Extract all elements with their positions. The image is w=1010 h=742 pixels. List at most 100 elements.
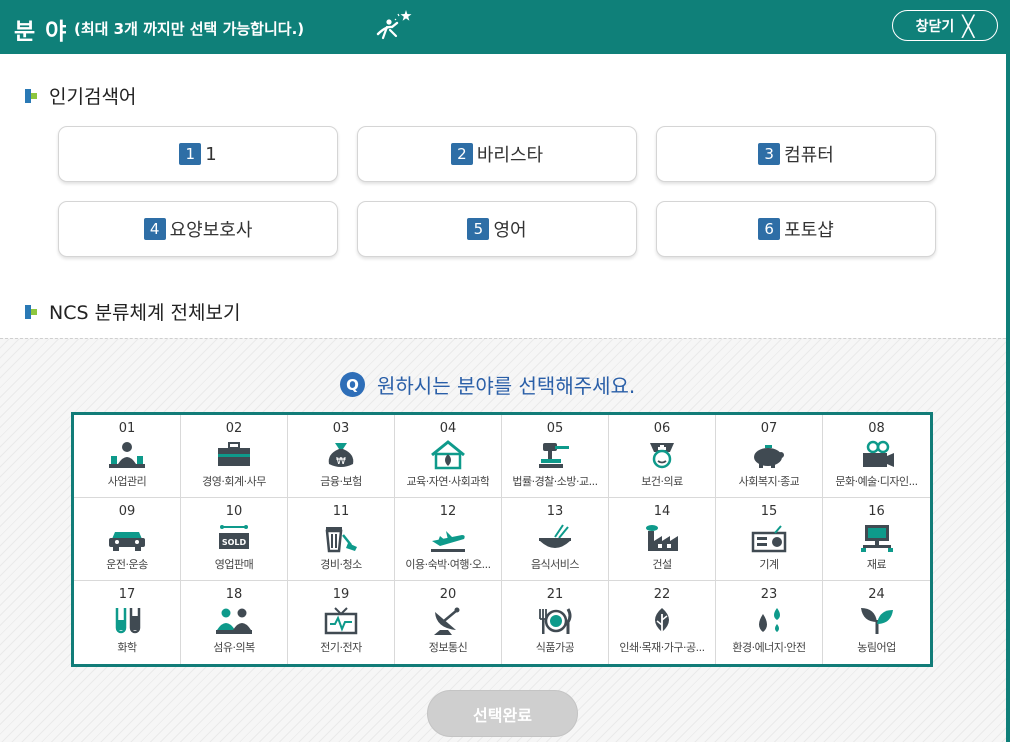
ncs-category-18[interactable]: 18 섬유·의복 bbox=[181, 581, 288, 664]
gavel-icon bbox=[539, 443, 569, 468]
close-icon: ╳ bbox=[962, 13, 975, 38]
ncs-category-09[interactable]: 09 운전·운송 bbox=[74, 498, 181, 581]
ncs-category-10[interactable]: 10 SOLD 영업판매 bbox=[181, 498, 288, 581]
ncs-category-15[interactable]: 15 기계 bbox=[716, 498, 823, 581]
keyword-button[interactable]: 5 영어 bbox=[357, 201, 637, 257]
category-label: 보건·의료 bbox=[641, 475, 683, 488]
keyword-button[interactable]: 3 컴퓨터 bbox=[656, 126, 936, 182]
computer-network-icon bbox=[860, 525, 893, 552]
category-number: 07 bbox=[760, 421, 778, 436]
popup-header: 분 야 (최대 3개 까지만 선택 가능합니다.) 창닫기 ╳ bbox=[0, 0, 1010, 54]
meeting-icon bbox=[109, 442, 145, 468]
category-label: 환경·에너지·안전 bbox=[732, 641, 806, 654]
ncs-section-title: NCS 분류체계 전체보기 bbox=[25, 298, 240, 325]
ncs-category-03[interactable]: 03 ₩ 금융·보험 bbox=[288, 415, 395, 498]
briefcase-icon bbox=[218, 442, 250, 466]
select-prompt-text: 원하시는 분야를 선택해주세요. bbox=[377, 374, 636, 398]
category-label: 이용·숙박·여행·오... bbox=[405, 558, 491, 571]
category-label: 음식서비스 bbox=[530, 558, 580, 571]
category-number: 23 bbox=[760, 587, 778, 602]
category-number: 03 bbox=[332, 421, 350, 436]
category-number: 13 bbox=[546, 504, 564, 519]
satellite-dish-icon bbox=[434, 607, 460, 635]
svg-text:SOLD: SOLD bbox=[222, 538, 247, 547]
category-number: 24 bbox=[868, 587, 885, 602]
keyword-rank-badge: 5 bbox=[467, 218, 490, 240]
category-label: 사회복지·종교 bbox=[738, 475, 800, 488]
category-label: 문화·예술·디자인... bbox=[835, 475, 918, 488]
ncs-category-16[interactable]: 16 재료 bbox=[823, 498, 930, 581]
category-number: 06 bbox=[653, 421, 671, 436]
factory-icon bbox=[646, 525, 678, 551]
keyword-button[interactable]: 6 포토샵 bbox=[656, 201, 936, 257]
keyword-label: 요양보호사 bbox=[169, 220, 253, 241]
piggy-bank-icon bbox=[754, 445, 784, 468]
category-label: 재료 bbox=[866, 558, 887, 571]
ncs-category-20[interactable]: 20 정보통신 bbox=[395, 581, 502, 664]
category-label: 사업관리 bbox=[107, 475, 147, 488]
film-camera-icon bbox=[862, 440, 894, 467]
ncs-category-11[interactable]: 11 경비·청소 bbox=[288, 498, 395, 581]
keyword-rank-badge: 2 bbox=[450, 143, 473, 165]
ncs-category-14[interactable]: 14 건설 bbox=[609, 498, 716, 581]
category-number: 11 bbox=[332, 504, 350, 519]
ncs-category-22[interactable]: 22 인쇄·목재·가구·공... bbox=[609, 581, 716, 664]
category-number: 18 bbox=[225, 587, 243, 602]
ncs-category-08[interactable]: 08 문화·예술·디자인... bbox=[823, 415, 930, 498]
keyword-label: 바리스타 bbox=[476, 145, 544, 166]
category-number: 22 bbox=[653, 587, 671, 602]
ncs-category-01[interactable]: 01 사업관리 bbox=[74, 415, 181, 498]
house-leaf-icon bbox=[431, 440, 465, 470]
category-number: 16 bbox=[868, 504, 885, 519]
ncs-category-19[interactable]: 19 전기·전자 bbox=[288, 581, 395, 664]
radio-machine-icon bbox=[751, 525, 787, 553]
category-number: 19 bbox=[332, 587, 350, 602]
submit-selection-button[interactable]: 선택완료 bbox=[427, 690, 578, 737]
category-number: 09 bbox=[118, 504, 136, 519]
nurse-icon bbox=[650, 443, 674, 469]
ncs-title-text: NCS 분류체계 전체보기 bbox=[49, 302, 241, 324]
close-button[interactable]: 창닫기 ╳ bbox=[892, 10, 998, 41]
category-label: 식품가공 bbox=[535, 641, 575, 654]
category-label: 법률·경찰·소방·교... bbox=[512, 475, 598, 488]
category-label: 영업판매 bbox=[214, 558, 254, 571]
section-bullet-icon bbox=[25, 304, 37, 319]
category-label: 경비·청소 bbox=[320, 558, 362, 571]
keyword-label: 영어 bbox=[493, 220, 527, 241]
sprout-icon bbox=[860, 608, 893, 634]
category-label: 경영·회계·사무 bbox=[202, 475, 266, 488]
ncs-category-02[interactable]: 02 경영·회계·사무 bbox=[181, 415, 288, 498]
category-label: 기계 bbox=[759, 558, 779, 571]
category-label: 금융·보험 bbox=[320, 475, 362, 488]
keyword-rank-badge: 3 bbox=[758, 143, 781, 165]
keyword-label: 포토샵 bbox=[784, 220, 834, 241]
category-label: 운전·운송 bbox=[106, 558, 148, 571]
ncs-category-07[interactable]: 07 사회복지·종교 bbox=[716, 415, 823, 498]
ncs-category-23[interactable]: 23 환경·에너지·안전 bbox=[716, 581, 823, 664]
popup-window: 분 야 (최대 3개 까지만 선택 가능합니다.) 창닫기 ╳ 인기검색어 11… bbox=[0, 0, 1010, 742]
ncs-category-21[interactable]: 21 식품가공 bbox=[502, 581, 609, 664]
category-number: 15 bbox=[760, 504, 778, 519]
keyword-button[interactable]: 2 바리스타 bbox=[357, 126, 637, 182]
ncs-category-17[interactable]: 17 화학 bbox=[74, 581, 181, 664]
category-number: 12 bbox=[439, 504, 457, 519]
popular-title-text: 인기검색어 bbox=[49, 86, 137, 108]
keyword-button[interactable]: 11 bbox=[58, 126, 338, 182]
ncs-category-24[interactable]: 24 농림어업 bbox=[823, 581, 930, 664]
ncs-category-04[interactable]: 04 교육·자연·사회과학 bbox=[395, 415, 502, 498]
category-label: 인쇄·목재·가구·공... bbox=[619, 641, 705, 654]
plate-fork-knife-icon bbox=[539, 608, 572, 634]
section-bullet-icon bbox=[25, 88, 37, 103]
category-number: 20 bbox=[439, 587, 457, 602]
category-label: 정보통신 bbox=[428, 641, 468, 654]
sold-sign-icon: SOLD bbox=[219, 525, 249, 549]
car-icon bbox=[109, 532, 145, 551]
ncs-category-06[interactable]: 06 보건·의료 bbox=[609, 415, 716, 498]
category-number: 14 bbox=[653, 504, 671, 519]
ncs-category-05[interactable]: 05 법률·경찰·소방·교... bbox=[502, 415, 609, 498]
keyword-button[interactable]: 4 요양보호사 bbox=[58, 201, 338, 257]
ncs-category-12[interactable]: 12 이용·숙박·여행·오... bbox=[395, 498, 502, 581]
ncs-category-13[interactable]: 13 음식서비스 bbox=[502, 498, 609, 581]
question-badge-icon: Q bbox=[340, 372, 365, 397]
category-number: 08 bbox=[868, 421, 885, 436]
